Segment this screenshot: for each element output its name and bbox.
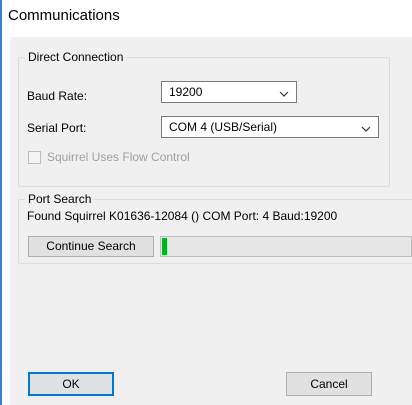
cancel-button[interactable]: Cancel: [286, 372, 372, 396]
ok-button[interactable]: OK: [28, 372, 114, 396]
port-search-label: Port Search: [25, 192, 95, 206]
search-progress-bar: [160, 236, 412, 257]
serial-port-select[interactable]: COM 4 (USB/Serial): [161, 116, 379, 138]
chevron-down-icon: [279, 87, 289, 101]
flow-control-checkbox[interactable]: [28, 151, 41, 164]
chevron-down-icon: [361, 122, 371, 136]
flow-control-label: Squirrel Uses Flow Control: [47, 150, 190, 164]
window-left-border: [0, 0, 2, 405]
serial-port-value: COM 4 (USB/Serial): [169, 120, 278, 134]
dialog-body: Direct Connection Baud Rate: 19200 Seria…: [10, 37, 412, 405]
baud-rate-select[interactable]: 19200: [161, 81, 297, 103]
direct-connection-label: Direct Connection: [25, 50, 127, 64]
baud-rate-label: Baud Rate:: [27, 89, 88, 103]
window-title: Communications: [8, 7, 120, 24]
continue-search-button[interactable]: Continue Search: [28, 236, 154, 257]
search-progress-fill: [162, 238, 167, 255]
port-search-status: Found Squirrel K01636-12084 () COM Port:…: [27, 209, 338, 223]
serial-port-label: Serial Port:: [27, 121, 87, 135]
baud-rate-value: 19200: [169, 85, 203, 99]
